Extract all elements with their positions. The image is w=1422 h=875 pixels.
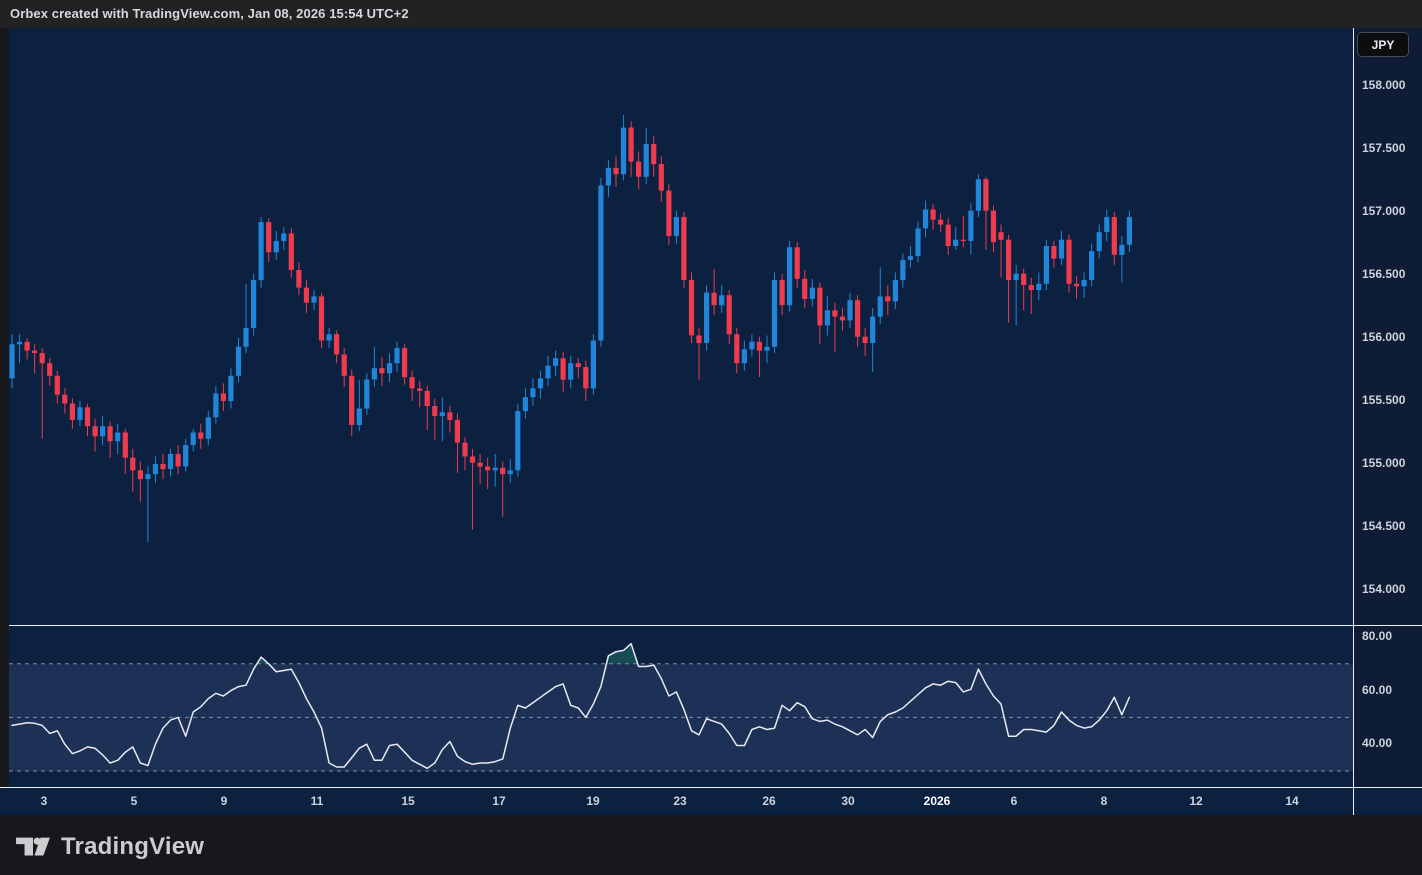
price-axis-label: 155.500 bbox=[1362, 393, 1405, 407]
time-axis-label: 26 bbox=[762, 794, 775, 808]
time-axis-label: 11 bbox=[311, 794, 324, 808]
time-axis-label: 5 bbox=[131, 794, 138, 808]
tradingview-logo-icon bbox=[14, 831, 52, 863]
price-axis-label: 157.000 bbox=[1362, 204, 1405, 218]
time-axis-separator[interactable] bbox=[0, 787, 1422, 788]
pane-separator[interactable] bbox=[9, 625, 1422, 626]
time-axis-label: 19 bbox=[586, 794, 599, 808]
price-axis-label: 154.500 bbox=[1362, 519, 1405, 533]
price-axis-label: 155.000 bbox=[1362, 456, 1405, 470]
time-axis-label: 12 bbox=[1189, 794, 1202, 808]
price-axis-label: 156.500 bbox=[1362, 267, 1405, 281]
price-axis-label: 156.000 bbox=[1362, 330, 1405, 344]
chart-header: Orbex created with TradingView.com, Jan … bbox=[0, 0, 1422, 28]
currency-badge-label: JPY bbox=[1372, 38, 1395, 52]
brand-name: TradingView bbox=[61, 833, 204, 861]
price-axis-label: 158.000 bbox=[1362, 78, 1405, 92]
time-axis-label: 15 bbox=[401, 794, 414, 808]
time-axis-label: 2026 bbox=[924, 794, 951, 808]
time-axis-label: 8 bbox=[1101, 794, 1108, 808]
rsi-axis-label: 40.00 bbox=[1362, 736, 1392, 750]
price-axis-label: 157.500 bbox=[1362, 141, 1405, 155]
time-axis-label: 6 bbox=[1011, 794, 1018, 808]
time-axis-label: 14 bbox=[1285, 794, 1298, 808]
price-axis-label: 154.000 bbox=[1362, 582, 1405, 596]
axis-separator-vertical[interactable] bbox=[1353, 28, 1354, 815]
chart-page: Orbex created with TradingView.com, Jan … bbox=[0, 0, 1422, 875]
currency-badge[interactable]: JPY bbox=[1357, 32, 1409, 57]
time-axis-label: 17 bbox=[492, 794, 505, 808]
price-pane[interactable] bbox=[9, 28, 1353, 625]
rsi-axis-label: 60.00 bbox=[1362, 683, 1392, 697]
time-axis[interactable]: 3 5 9 11 15 17 19 23 26 30 2026 6 8 12 14 bbox=[0, 788, 1422, 815]
time-axis-label: 9 bbox=[221, 794, 228, 808]
price-axis[interactable]: JPY 158.000 157.500 157.000 156.500 156.000 1… bbox=[1354, 28, 1422, 788]
rsi-range-band bbox=[9, 664, 1353, 771]
time-axis-label: 3 bbox=[41, 794, 48, 808]
rsi-axis-label: 80.00 bbox=[1362, 629, 1392, 643]
time-axis-label: 30 bbox=[841, 794, 854, 808]
attribution-text: Orbex created with TradingView.com, Jan … bbox=[10, 6, 409, 21]
time-axis-label: 23 bbox=[673, 794, 686, 808]
brand-footer: TradingView bbox=[14, 829, 204, 865]
rsi-pane[interactable] bbox=[9, 626, 1353, 787]
